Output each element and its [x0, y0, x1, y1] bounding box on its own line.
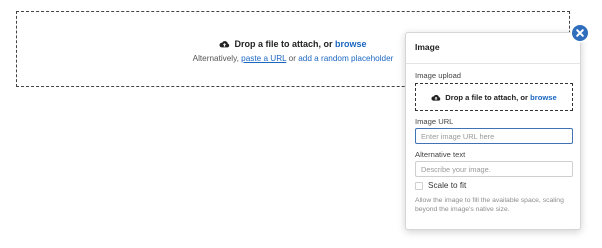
alt-text-label: Alternative text	[415, 150, 466, 159]
cloud-upload-icon	[219, 40, 230, 51]
popover-title: Image	[415, 42, 440, 52]
close-icon	[576, 29, 584, 37]
random-placeholder-link[interactable]: add a random placeholder	[298, 54, 393, 63]
image-url-label: Image URL	[415, 117, 454, 126]
alt-text-input[interactable]	[415, 161, 573, 177]
cloud-upload-icon	[431, 94, 441, 104]
image-popover: Image Image upload Drop a file to attach…	[405, 32, 581, 230]
image-upload-dropzone[interactable]: Drop a file to attach, or browse	[415, 83, 573, 111]
upload-prompt-text: Drop a file to attach, or	[445, 93, 528, 102]
scale-help-text: Allow the image to fill the available sp…	[415, 197, 564, 214]
popover-divider	[406, 63, 580, 64]
scale-to-fit-label[interactable]: Scale to fit	[428, 181, 466, 190]
scale-to-fit-checkbox[interactable]	[415, 182, 423, 190]
dropzone-prompt-text: Drop a file to attach, or	[234, 39, 333, 49]
or-text: or	[288, 54, 296, 63]
upload-browse-link[interactable]: browse	[530, 93, 557, 102]
upload-dropzone-prompt: Drop a file to attach, or browse	[416, 93, 572, 104]
alternatives-prefix: Alternatively,	[192, 54, 239, 63]
paste-url-link[interactable]: paste a URL	[241, 54, 286, 63]
close-button[interactable]	[572, 25, 588, 41]
image-upload-label: Image upload	[415, 71, 462, 80]
image-url-input[interactable]	[415, 128, 573, 144]
browse-link[interactable]: browse	[335, 39, 367, 49]
